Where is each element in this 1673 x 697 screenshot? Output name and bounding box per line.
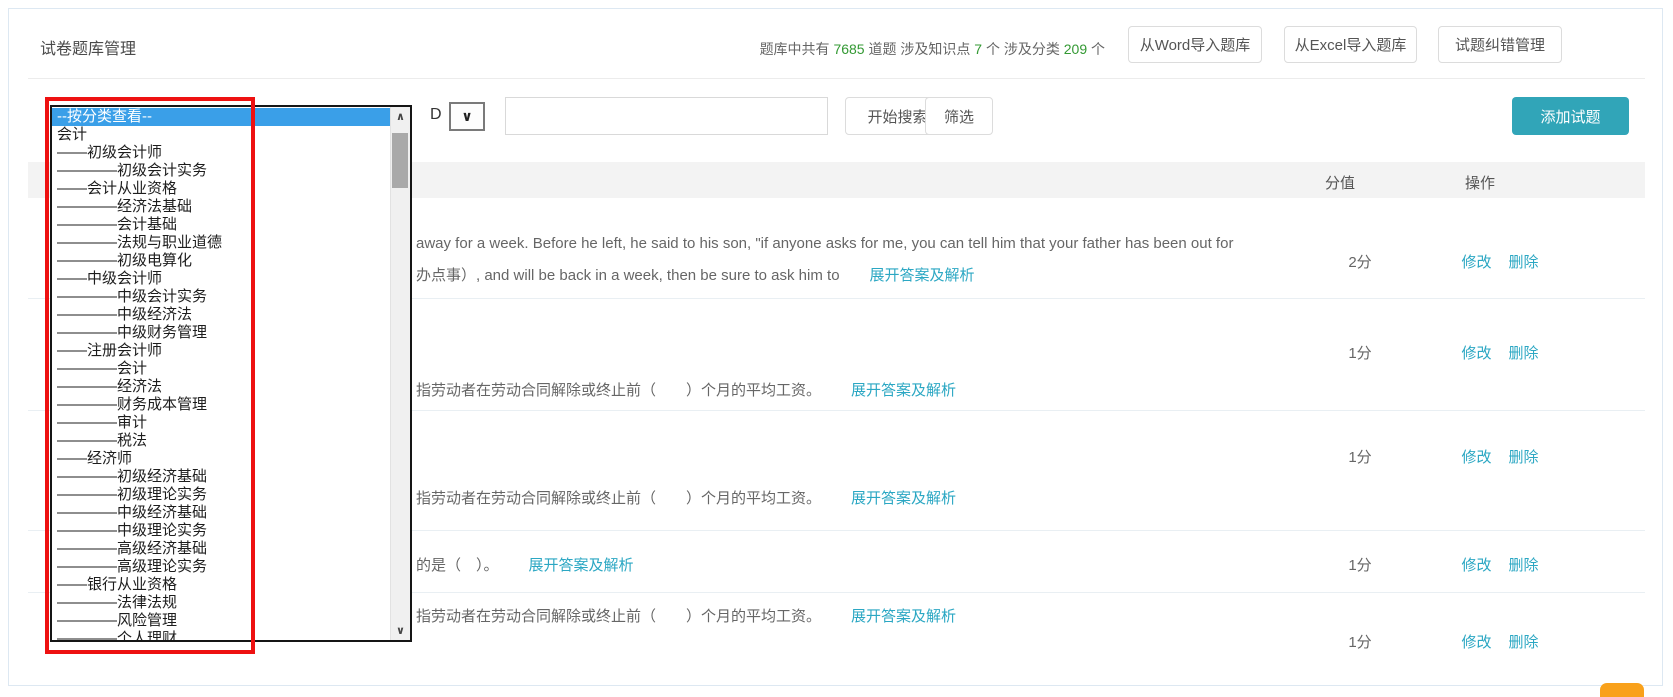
stats-knowledge-points: 7 <box>974 41 982 57</box>
question-text-line: 指劳动者在劳动合同解除或终止前（ ）个月的平均工资。 展开答案及解析 <box>416 487 956 508</box>
search-input[interactable] <box>505 97 828 135</box>
dropdown-option[interactable]: ————审计 <box>52 414 391 432</box>
expand-answer-link[interactable]: 展开答案及解析 <box>851 487 956 508</box>
edit-link[interactable]: 修改 <box>1461 554 1491 575</box>
expand-answer-link[interactable]: 展开答案及解析 <box>851 605 956 626</box>
row-actions: 修改删除 <box>1430 631 1570 652</box>
dropdown-option[interactable]: ————法律法规 <box>52 594 391 612</box>
score-value: 2分 <box>1300 251 1420 272</box>
row-actions: 修改删除 <box>1430 446 1570 467</box>
question-text: 指劳动者在劳动合同解除或终止前（ ）个月的平均工资。 <box>416 382 821 399</box>
column-header-score: 分值 <box>1280 172 1400 193</box>
scrollbar-thumb[interactable] <box>392 133 408 188</box>
question-text-line: 指劳动者在劳动合同解除或终止前（ ）个月的平均工资。 展开答案及解析 <box>416 379 956 400</box>
dropdown-option[interactable]: ——银行从业资格 <box>52 576 391 594</box>
dropdown-option[interactable]: ————中级理论实务 <box>52 522 391 540</box>
dropdown-option[interactable]: ————初级经济基础 <box>52 468 391 486</box>
dropdown-option[interactable]: 会计 <box>52 126 391 144</box>
dropdown-option[interactable]: ————法规与职业道德 <box>52 234 391 252</box>
scroll-up-icon[interactable]: ∧ <box>391 107 410 126</box>
partial-select-text[interactable]: D <box>430 106 442 124</box>
dropdown-option[interactable]: ————经济法 <box>52 378 391 396</box>
column-header-action: 操作 <box>1420 172 1540 193</box>
question-text: 的是（ ）。 <box>416 557 499 574</box>
dropdown-option[interactable]: ————个人理财 <box>52 630 391 642</box>
stats-suffix: 个 <box>1087 41 1105 57</box>
dropdown-option[interactable]: ————中级经济基础 <box>52 504 391 522</box>
question-text-line: 指劳动者在劳动合同解除或终止前（ ）个月的平均工资。 展开答案及解析 <box>416 605 956 626</box>
dropdown-option-selected[interactable]: --按分类查看-- <box>52 108 391 126</box>
dropdown-option[interactable]: ————财务成本管理 <box>52 396 391 414</box>
dropdown-scrollbar[interactable]: ∧ ∨ <box>390 107 410 640</box>
stats-prefix: 题库中共有 <box>760 41 834 57</box>
dropdown-option[interactable]: ————经济法基础 <box>52 198 391 216</box>
dropdown-option[interactable]: ——经济师 <box>52 450 391 468</box>
delete-link[interactable]: 删除 <box>1509 251 1539 272</box>
page-title: 试卷题库管理 <box>40 35 136 59</box>
question-text-line: 办点事）, and will be back in a week, then b… <box>416 264 975 285</box>
select-arrow-box[interactable]: ∨ <box>449 102 485 131</box>
dropdown-option[interactable]: ——中级会计师 <box>52 270 391 288</box>
question-text: 指劳动者在劳动合同解除或终止前（ ）个月的平均工资。 <box>416 608 821 625</box>
dropdown-option[interactable]: ————初级电算化 <box>52 252 391 270</box>
dropdown-option[interactable]: ————中级会计实务 <box>52 288 391 306</box>
stats-category-count: 209 <box>1064 41 1087 57</box>
dropdown-option[interactable]: ————高级理论实务 <box>52 558 391 576</box>
delete-link[interactable]: 删除 <box>1509 631 1539 652</box>
dropdown-option[interactable]: ————中级财务管理 <box>52 324 391 342</box>
category-option-list: --按分类查看-- 会计 ——初级会计师 ————初级会计实务 ——会计从业资格… <box>52 108 391 642</box>
filter-button[interactable]: 筛选 <box>925 97 993 135</box>
delete-link[interactable]: 删除 <box>1509 342 1539 363</box>
score-value: 1分 <box>1300 446 1420 467</box>
scroll-down-icon[interactable]: ∨ <box>391 621 410 640</box>
error-correction-button[interactable]: 试题纠错管理 <box>1438 26 1562 63</box>
header-divider <box>28 78 1645 79</box>
score-value: 1分 <box>1300 631 1420 652</box>
dropdown-option[interactable]: ————税法 <box>52 432 391 450</box>
dropdown-option[interactable]: ————会计 <box>52 360 391 378</box>
stats-mid1: 道题 涉及知识点 <box>865 41 975 57</box>
score-value: 1分 <box>1300 554 1420 575</box>
dropdown-option[interactable]: ————初级理论实务 <box>52 486 391 504</box>
dropdown-option[interactable]: ————初级会计实务 <box>52 162 391 180</box>
stats-mid2: 个 涉及分类 <box>982 41 1064 57</box>
chevron-down-icon: ∨ <box>461 108 472 125</box>
dropdown-option[interactable]: ——初级会计师 <box>52 144 391 162</box>
question-text: 指劳动者在劳动合同解除或终止前（ ）个月的平均工资。 <box>416 490 821 507</box>
stats-total-questions: 7685 <box>833 41 864 57</box>
dropdown-option[interactable]: ————高级经济基础 <box>52 540 391 558</box>
dropdown-option[interactable]: ——注册会计师 <box>52 342 391 360</box>
bank-stats: 题库中共有 7685 道题 涉及知识点 7 个 涉及分类 209 个 <box>760 39 1105 59</box>
import-word-button[interactable]: 从Word导入题库 <box>1128 26 1262 63</box>
row-actions: 修改删除 <box>1430 251 1570 272</box>
delete-link[interactable]: 删除 <box>1509 554 1539 575</box>
row-actions: 修改删除 <box>1430 554 1570 575</box>
score-value: 1分 <box>1300 342 1420 363</box>
dropdown-option[interactable]: ——会计从业资格 <box>52 180 391 198</box>
question-text: 办点事）, and will be back in a week, then b… <box>416 267 840 284</box>
dropdown-option[interactable]: ————风险管理 <box>52 612 391 630</box>
row-actions: 修改删除 <box>1430 342 1570 363</box>
edit-link[interactable]: 修改 <box>1461 631 1491 652</box>
edit-link[interactable]: 修改 <box>1461 446 1491 467</box>
question-text-line: 的是（ ）。 展开答案及解析 <box>416 554 634 575</box>
edit-link[interactable]: 修改 <box>1461 251 1491 272</box>
category-dropdown-open[interactable]: --按分类查看-- 会计 ——初级会计师 ————初级会计实务 ——会计从业资格… <box>50 105 412 642</box>
dropdown-option[interactable]: ————中级经济法 <box>52 306 391 324</box>
floating-widget-partial[interactable] <box>1600 683 1644 697</box>
delete-link[interactable]: 删除 <box>1509 446 1539 467</box>
expand-answer-link[interactable]: 展开答案及解析 <box>851 379 956 400</box>
import-excel-button[interactable]: 从Excel导入题库 <box>1284 26 1417 63</box>
dropdown-option[interactable]: ————会计基础 <box>52 216 391 234</box>
edit-link[interactable]: 修改 <box>1461 342 1491 363</box>
expand-answer-link[interactable]: 展开答案及解析 <box>529 554 634 575</box>
question-text-line: away for a week. Before he left, he said… <box>416 235 1233 252</box>
expand-answer-link[interactable]: 展开答案及解析 <box>870 264 975 285</box>
add-question-button[interactable]: 添加试题 <box>1512 97 1629 135</box>
